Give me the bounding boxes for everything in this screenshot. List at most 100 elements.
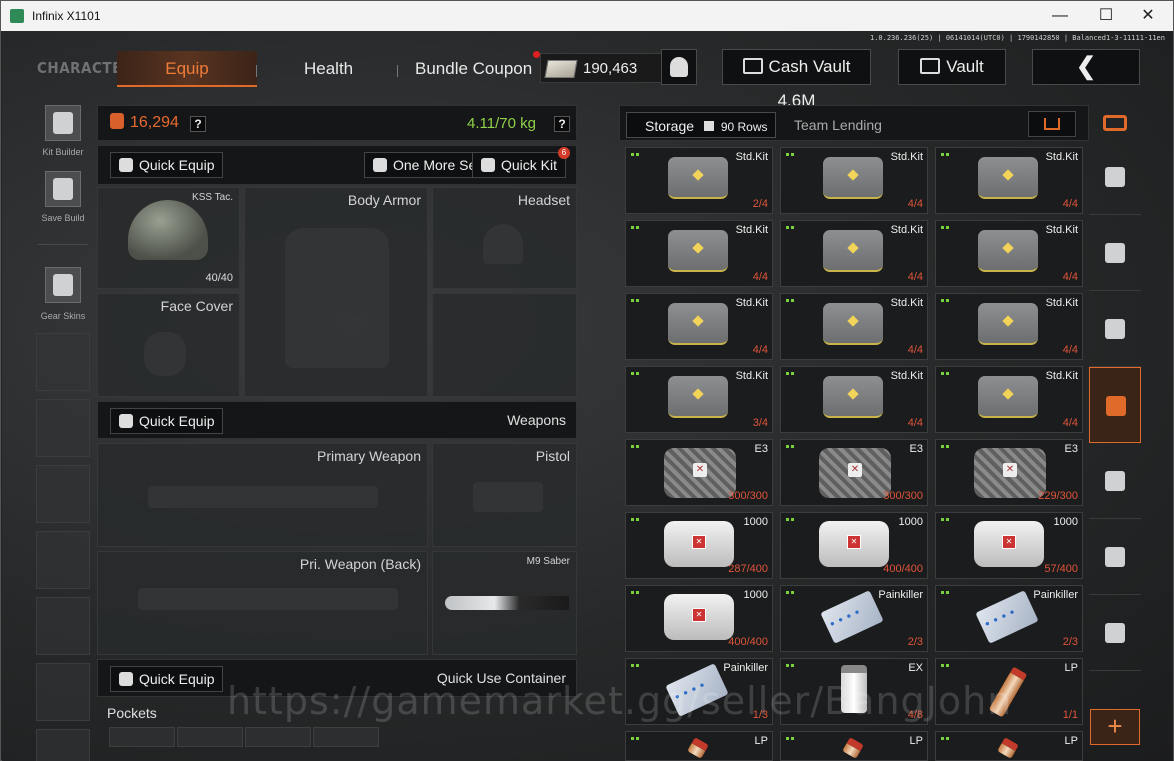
- back-button[interactable]: ❮: [1032, 49, 1140, 85]
- operator-icon: [670, 57, 688, 77]
- body-armor-slot[interactable]: Body Armor: [244, 187, 428, 397]
- item-quantity: 4/4: [1062, 417, 1078, 429]
- tab-bundle-coupon[interactable]: Bundle Coupon: [415, 59, 532, 79]
- nav-slot[interactable]: [36, 531, 90, 589]
- rifle-silhouette-icon: [148, 486, 378, 508]
- storage-item[interactable]: Std.Kit 4/4: [935, 147, 1083, 214]
- helmet-slot[interactable]: KSS Tac. 40/40: [97, 187, 240, 289]
- storage-item[interactable]: E3 300/300: [625, 439, 773, 506]
- side-tab-cash[interactable]: [1089, 519, 1141, 595]
- save-build-label: Save Build: [41, 213, 85, 223]
- nav-slot[interactable]: [36, 465, 90, 523]
- item-quantity: 229/300: [1038, 490, 1078, 502]
- storage-item[interactable]: Std.Kit 2/4: [625, 147, 773, 214]
- item-quantity: 4/4: [1062, 271, 1078, 283]
- nav-slot[interactable]: [36, 399, 90, 457]
- storage-item[interactable]: LP: [935, 731, 1083, 761]
- nav-slot[interactable]: [36, 333, 90, 391]
- primary-weapon-back-slot[interactable]: Pri. Weapon (Back): [97, 551, 428, 655]
- storage-item[interactable]: Std.Kit 3/4: [625, 366, 773, 433]
- equip-summary-bar: 16,294 ? 4.11/70 kg ?: [97, 105, 577, 141]
- face-cover-slot[interactable]: Face Cover: [97, 293, 240, 397]
- close-button[interactable]: ✕: [1125, 1, 1171, 31]
- vault-icon: [742, 57, 763, 74]
- tab-equip[interactable]: Equip: [117, 51, 257, 87]
- storage-item[interactable]: Std.Kit 4/4: [780, 293, 928, 360]
- pocket-slot[interactable]: [245, 727, 311, 747]
- item-quantity: 2/4: [752, 198, 768, 210]
- tab-team-lending[interactable]: Team Lending: [794, 112, 882, 138]
- storage-panel: Storage 90 Rows Team Lending Std.Kit 2/4 S…: [619, 105, 1089, 761]
- side-tab-medkit[interactable]: [1089, 367, 1141, 443]
- face-cover-icon: [144, 332, 186, 376]
- storage-item[interactable]: E3 229/300: [935, 439, 1083, 506]
- pocket-slot[interactable]: [177, 727, 243, 747]
- equip-panel: 16,294 ? 4.11/70 kg ? Quick Equip One Mo…: [97, 105, 577, 761]
- add-tab-button[interactable]: +: [1090, 709, 1140, 745]
- operator-button[interactable]: [661, 49, 697, 85]
- pistol-slot[interactable]: Pistol: [432, 443, 577, 547]
- quick-equip-button[interactable]: Quick Equip: [110, 152, 224, 178]
- one-more-set-label: One More Set: [393, 157, 481, 173]
- storage-item[interactable]: Std.Kit 4/4: [935, 293, 1083, 360]
- gear-skins-button[interactable]: [45, 267, 81, 303]
- kit-builder-button[interactable]: [45, 105, 81, 141]
- maximize-button[interactable]: ☐: [1083, 1, 1129, 31]
- storage-item[interactable]: 1000 57/400: [935, 512, 1083, 579]
- kit-icon: [978, 376, 1038, 418]
- quick-equip-label: Quick Equip: [139, 157, 215, 173]
- money-display[interactable]: 190,463: [533, 51, 664, 83]
- tab-storage[interactable]: Storage 90 Rows: [626, 112, 776, 138]
- side-tab-grenade[interactable]: [1089, 291, 1141, 367]
- storage-item[interactable]: Std.Kit 4/4: [780, 147, 928, 214]
- storage-item[interactable]: 1000 287/400: [625, 512, 773, 579]
- tab-health[interactable]: Health: [304, 59, 353, 79]
- quick-kit-button[interactable]: Quick Kit 6: [472, 147, 571, 178]
- sort-button[interactable]: [1028, 111, 1076, 137]
- storage-item[interactable]: E3 300/300: [780, 439, 928, 506]
- pocket-slot[interactable]: [313, 727, 379, 747]
- headset-slot[interactable]: Headset: [432, 187, 577, 289]
- nav-slot[interactable]: [36, 597, 90, 655]
- nav-slot[interactable]: [36, 729, 90, 761]
- storage-item[interactable]: Std.Kit 4/4: [780, 366, 928, 433]
- storage-item[interactable]: 1000 400/400: [625, 585, 773, 652]
- rarity-indicator: [786, 299, 789, 302]
- melee-slot[interactable]: M9 Saber: [432, 551, 577, 655]
- storage-item[interactable]: LP: [625, 731, 773, 761]
- storage-item[interactable]: LP: [780, 731, 928, 761]
- quick-use-equip-button[interactable]: Quick Equip: [110, 666, 224, 692]
- storage-item[interactable]: Std.Kit 4/4: [935, 220, 1083, 287]
- storage-item[interactable]: Std.Kit 4/4: [625, 220, 773, 287]
- weight-help-button[interactable]: ?: [554, 116, 570, 132]
- storage-item[interactable]: 1000 400/400: [780, 512, 928, 579]
- one-more-set-button[interactable]: One More Set: [364, 152, 490, 178]
- storage-settings-button[interactable]: [1089, 111, 1141, 137]
- save-build-button[interactable]: [45, 171, 81, 207]
- nav-slot[interactable]: [36, 663, 90, 721]
- cash-icon: [544, 60, 578, 78]
- storage-item[interactable]: Std.Kit 4/4: [625, 293, 773, 360]
- left-nav: Kit Builder Save Build Gear Skins: [28, 101, 98, 761]
- minimize-button[interactable]: —: [1037, 1, 1083, 31]
- notification-dot: [533, 51, 540, 58]
- side-tab-key[interactable]: [1089, 443, 1141, 519]
- med1k-icon: [974, 521, 1044, 567]
- cash-vault-button[interactable]: Cash Vault 4.6M: [722, 49, 871, 110]
- primary-weapon-slot[interactable]: Primary Weapon: [97, 443, 428, 547]
- storage-item[interactable]: Painkiller 2/3: [780, 585, 928, 652]
- empty-gear-slot[interactable]: [432, 293, 577, 397]
- value-help-button[interactable]: ?: [190, 116, 206, 132]
- quick-use-equip-label: Quick Equip: [139, 671, 215, 687]
- vault-button[interactable]: Vault: [898, 49, 1006, 85]
- storage-item[interactable]: Std.Kit 4/4: [780, 220, 928, 287]
- pocket-slot[interactable]: [109, 727, 175, 747]
- side-tab-box[interactable]: [1089, 595, 1141, 671]
- storage-item[interactable]: Std.Kit 4/4: [935, 366, 1083, 433]
- rarity-indicator: [631, 226, 634, 229]
- item-name: Painkiller: [1033, 589, 1078, 601]
- side-tab-home[interactable]: [1089, 139, 1141, 215]
- weapons-quick-equip-button[interactable]: Quick Equip: [110, 408, 224, 434]
- side-tab-armor[interactable]: [1089, 215, 1141, 291]
- storage-item[interactable]: Painkiller 2/3: [935, 585, 1083, 652]
